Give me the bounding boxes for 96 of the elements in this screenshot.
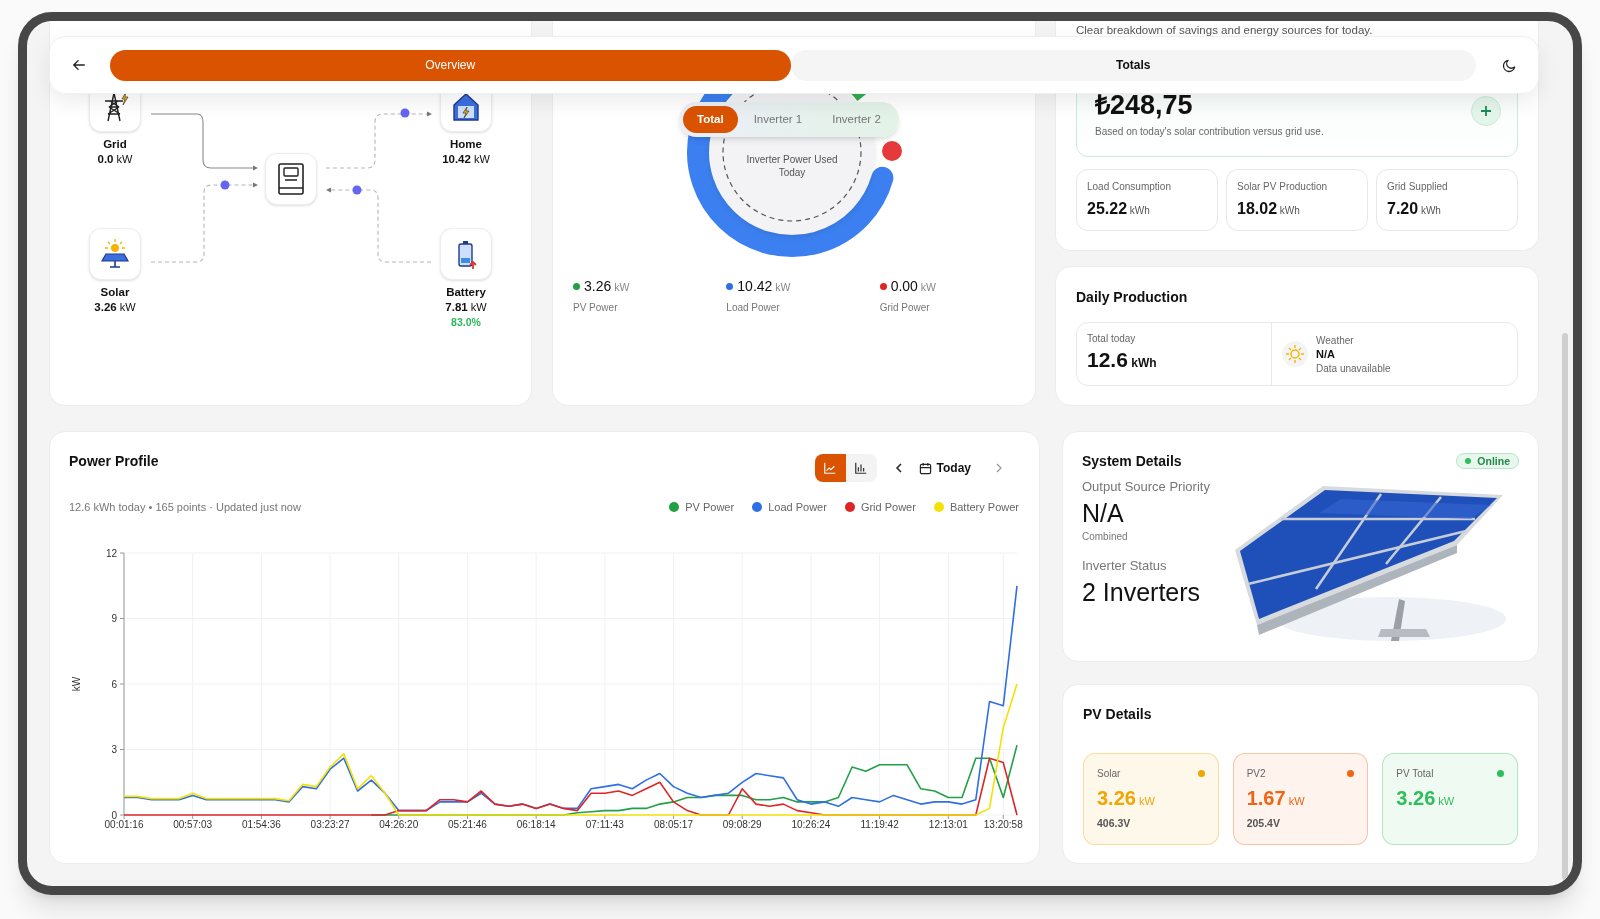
axis-tick-label: 9 [111,613,117,624]
field-value: 2 Inverters [1082,577,1202,607]
legend-label: Load Power [768,500,827,515]
axis-tick-label: 13:20:58 [983,819,1023,830]
stat-value: 7.20 kWh [1387,199,1442,219]
inverter-tab[interactable]: Inverter 1 [739,106,817,133]
axis-tick-label: 12:13:01 [928,819,968,830]
date-picker-button[interactable]: Today [918,459,971,477]
bar-chart-icon [854,461,869,475]
pv-voltage: 205.4V [1246,817,1281,830]
card-title: Power Profile [69,452,159,470]
axis-tick-label: 12 [105,547,117,559]
pv-value: 3.26 kW [1097,786,1156,811]
axis-tick-label: 00:01:16 [104,819,144,830]
node-value: 10.42 kW [442,152,490,167]
chart-summary: 12.6 kWh today • 165 points · Updated just now [69,500,301,515]
field-label: Inverter Status [1082,557,1168,575]
scrollbar[interactable] [1562,333,1568,880]
node-value: 0.0 kW [97,152,133,167]
chevron-left-icon [894,463,903,473]
card-title: Daily Production [1076,288,1189,306]
flow-dot [400,108,410,118]
axis-tick-label: 10:26:24 [791,819,831,830]
inverter-icon [276,162,306,196]
stat-label: Load Consumption [1087,180,1172,193]
field-value: N/A [1082,498,1125,528]
node-label: Grid [103,137,127,151]
pv-value: 1.67 kW [1246,786,1306,811]
node-value: 3.26 kW [94,300,136,315]
add-button[interactable] [1471,96,1501,126]
reading-value: 3.26 kW [584,277,630,296]
pv-label: Solar [1097,767,1121,780]
axis-tick-label: 0 [111,809,117,821]
axis-tick-label: 06:18:14 [516,819,556,830]
axis-tick-label: 11:19:42 [860,819,899,830]
sun-icon [1282,341,1308,367]
pv-label: PV Total [1396,767,1434,780]
inverter-tab[interactable]: Total [683,106,738,133]
axis-tick-label: 3 [111,744,117,755]
chevron-right-icon [995,463,1003,473]
node-value: 7.81 kW [445,300,487,315]
savings-amount: ₺248,75 [1095,89,1193,121]
axis-tick-label: 08:05:17 [654,819,693,830]
axis-tick-label: 01:54:36 [241,819,281,830]
savings-note: Based on today's solar contribution versus grid use. [1095,125,1325,139]
field-note: Combined [1082,530,1129,543]
nav-tab[interactable]: Totals [790,49,1477,81]
axis-tick-label: 03:23:27 [310,819,350,830]
weather-label: Weather [1316,333,1355,347]
flow-dot [352,185,362,195]
legend-label: Battery Power [949,500,1019,515]
card-description: Clear breakdown of savings and energy sources for today. [1076,23,1374,38]
calendar-icon [918,461,932,475]
status-label: Online [1477,454,1510,468]
axis-tick-label: 09:08:29 [722,819,762,830]
reading-label: PV Power [573,301,619,315]
nav-tab[interactable]: Overview [109,49,791,81]
summary-label: Total today [1087,332,1137,345]
inverter-tab[interactable]: Inverter 2 [818,106,895,133]
back-arrow-icon [71,58,86,72]
weather-note: Data unavailable [1316,361,1391,375]
reading-value: 10.42 kW [737,277,791,296]
charge-percent: 83.0% [451,315,481,329]
stat-label: Grid Supplied [1387,180,1449,193]
axis-tick-label: 05:21:46 [448,819,487,830]
axis-tick-label: 07:11:43 [585,819,624,830]
reading-label: Load Power [726,301,781,315]
stat-value: 25.22 kWh [1087,199,1151,219]
summary-value: 12.6 kWh [1087,347,1158,373]
legend-label: PV Power [685,500,735,515]
moon-icon [1501,57,1517,73]
stat-value: 18.02 kWh [1237,199,1301,219]
solar-panel-icon [98,237,132,271]
pv-voltage: 406.3V [1097,817,1132,830]
view-mode-button[interactable] [814,454,846,482]
pv-label: PV2 [1246,767,1266,780]
node-label: Solar [100,285,130,299]
line-chart-icon [823,461,838,475]
legend-label: Grid Power [860,500,916,515]
reading-label: Grid Power [879,301,931,315]
node-label: Battery [446,285,486,299]
card-title: PV Details [1083,705,1153,723]
plus-icon [1480,105,1492,117]
field-label: Output Source Priority [1082,478,1211,496]
flow-dot [220,180,230,190]
axis-tick-label: 6 [111,678,117,690]
axis-tick-label: 04:26:20 [379,819,419,830]
node-label: Home [450,137,482,151]
gauge-caption: Inverter Power Used Today [745,153,839,179]
card-title: System Details [1082,452,1182,470]
axis-tick-label: 00:57:03 [173,819,213,830]
stat-label: Solar PV Production [1237,180,1329,193]
weather-value: N/A [1316,346,1336,362]
pv-value: 3.26 kW [1396,786,1456,811]
axis-title: kW [71,676,82,692]
reading-value: 0.00 kW [890,277,936,296]
